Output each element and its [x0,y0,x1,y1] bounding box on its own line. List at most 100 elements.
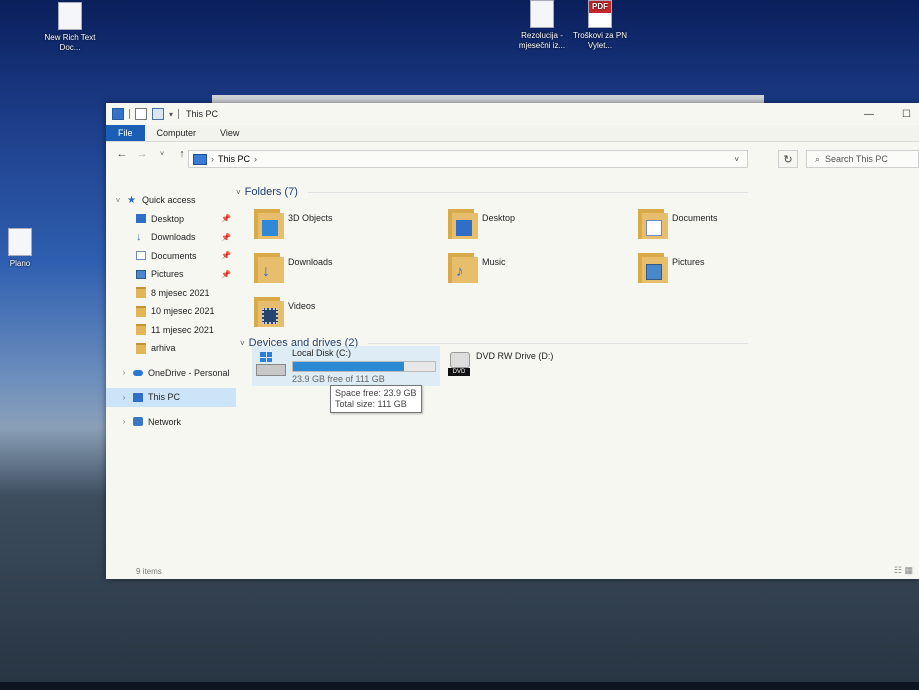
sidebar-item-this-pc[interactable]: › This PC [106,388,236,407]
videos-folder-icon [254,295,284,327]
pin-icon[interactable]: 📌 [221,251,231,260]
chevron-down-icon[interactable]: ˅ [734,155,739,164]
folder-videos[interactable]: Videos [254,295,315,327]
tab-computer[interactable]: Computer [145,125,209,141]
status-bar: 9 items ☷ ▦ [106,565,919,579]
sidebar-item-label: 10 mjesec 2021 [151,306,215,317]
folder-3d-objects[interactable]: 3D Objects [254,207,333,239]
desktop-folder-icon [448,207,478,239]
sidebar-item-label: Pictures [151,269,184,280]
sidebar-item-label: 11 mjesec 2021 [151,324,214,335]
desktop-icon-label: Troškovi za PN Vylet... [573,31,627,50]
sidebar-item-onedrive[interactable]: › OneDrive - Personal [106,364,236,383]
properties-icon[interactable] [135,108,147,120]
windows-logo-icon [260,352,272,362]
desktop-icon-rtf[interactable]: New Rich Text Doc... [38,2,102,53]
breadcrumb-this-pc[interactable]: This PC [218,154,250,164]
star-icon: ★ [127,194,136,206]
drive-local-disk-c[interactable]: Local Disk (C:) 23.9 GB free of 111 GB [252,346,440,386]
pdf-badge: PDF [589,1,611,13]
sidebar-item-label: This PC [148,392,181,403]
pdf-icon: PDF [588,0,612,28]
download-icon: ↓ [136,230,142,243]
chevron-down-icon[interactable]: ˅ [114,196,122,205]
taskbar [0,682,919,690]
folder-icon [136,305,146,317]
chevron-down-icon[interactable]: ˅ [236,188,241,197]
desktop-icon-label: New Rich Text Doc... [44,33,96,52]
content-pane: ˅ Folders (7) 3D Objects Desktop Documen… [236,179,919,565]
sidebar-item-downloads[interactable]: ↓ Downloads 📌 [106,228,236,247]
downloads-folder-icon: ↓ [254,251,284,283]
sidebar-item-documents[interactable]: Documents 📌 [106,247,236,266]
sidebar-item-pictures[interactable]: Pictures 📌 [106,265,236,284]
new-folder-icon[interactable] [152,108,164,120]
documents-folder-icon [638,207,668,239]
folder-label: 3D Objects [288,213,333,223]
title-bar[interactable]: ▾ This PC — ☐ [106,103,919,125]
pin-icon[interactable]: 📌 [221,214,231,223]
separator [178,109,180,119]
folder-pictures[interactable]: Pictures [638,251,705,283]
chevron-right-icon[interactable]: › [120,393,128,402]
tab-file[interactable]: File [106,125,145,141]
divider [307,191,748,193]
sidebar-item-network[interactable]: › Network [106,413,236,432]
sidebar-item-8-mjesec-2021[interactable]: 8 mjesec 2021 [106,284,236,303]
item-count: 9 items [136,567,162,576]
up-arrow-icon[interactable]: ↑ [176,148,188,160]
folder-downloads[interactable]: ↓ Downloads [254,251,333,283]
desktop-icon-label: Rezolucija - mjesečni iz... [518,31,566,50]
folders-header-label: Folders (7) [244,186,298,198]
this-pc-icon [112,108,124,120]
separator [129,109,130,119]
pictures-folder-icon [638,251,668,283]
chevron-down-icon[interactable]: ˅ [240,339,245,348]
minimize-icon[interactable]: — [864,109,874,120]
address-bar[interactable]: › This PC › ˅ [188,150,748,168]
sidebar-item-11-mjesec-2021[interactable]: 11 mjesec 2021 [106,321,236,340]
folder-documents[interactable]: Documents [638,207,718,239]
search-icon: ⌕ [815,153,821,164]
sidebar-item-label: Documents [151,250,197,261]
back-arrow-icon[interactable]: ← [116,148,128,160]
desktop-icon-rezolucija[interactable]: Rezolucija - mjesečni iz... [510,0,574,51]
quick-access-dropdown-icon[interactable]: ▾ [169,110,173,119]
desktop-icon-troskovi[interactable]: PDF Troškovi za PN Vylet... [568,0,632,51]
divider [368,342,749,344]
file-explorer-window: ▾ This PC — ☐ File Computer View ← → ˅ ↑… [106,103,919,579]
pin-icon[interactable]: 📌 [221,233,231,242]
chevron-right-icon[interactable]: › [120,417,128,426]
rtf-document-icon [58,2,82,30]
tab-view[interactable]: View [208,125,251,141]
pin-icon[interactable]: 📌 [221,270,231,279]
forward-arrow-icon[interactable]: → [136,148,148,160]
search-input[interactable]: ⌕ Search This PC [806,150,919,168]
chevron-right-icon[interactable]: › [254,154,257,164]
drive-dvd-rw-d[interactable]: DVD DVD RW Drive (D:) [448,350,553,376]
folder-label: Videos [288,301,316,311]
recent-locations-icon[interactable]: ˅ [156,151,168,158]
sidebar-item-arhiva[interactable]: arhiva [106,339,236,358]
this-pc-icon [133,392,143,402]
chevron-right-icon[interactable]: › [120,368,128,377]
folders-group-header[interactable]: ˅ Folders (7) [236,186,748,198]
sidebar-item-desktop[interactable]: Desktop 📌 [106,210,236,229]
3d-objects-folder-icon [254,207,284,239]
ribbon-tabs: File Computer View [106,125,919,142]
pictures-icon [136,269,146,279]
folder-music[interactable]: ♪ Music [448,251,506,283]
sidebar-item-10-mjesec-2021[interactable]: 10 mjesec 2021 [106,302,236,321]
drive-label: Local Disk (C:) [292,348,352,358]
folder-desktop[interactable]: Desktop [448,207,515,239]
sidebar-item-label: Desktop [151,213,185,224]
view-toggle-icons[interactable]: ☷ ▦ [894,563,913,577]
maximize-icon[interactable]: ☐ [902,109,911,120]
refresh-icon[interactable]: ↻ [778,150,798,168]
desktop-icon-plano[interactable]: Plano [0,228,52,269]
documents-icon [136,251,146,261]
sidebar-item-quick-access[interactable]: ˅ ★ Quick access [106,191,236,210]
this-pc-icon [193,153,207,165]
sidebar-item-label: Network [148,416,182,427]
chevron-right-icon[interactable]: › [211,154,214,164]
